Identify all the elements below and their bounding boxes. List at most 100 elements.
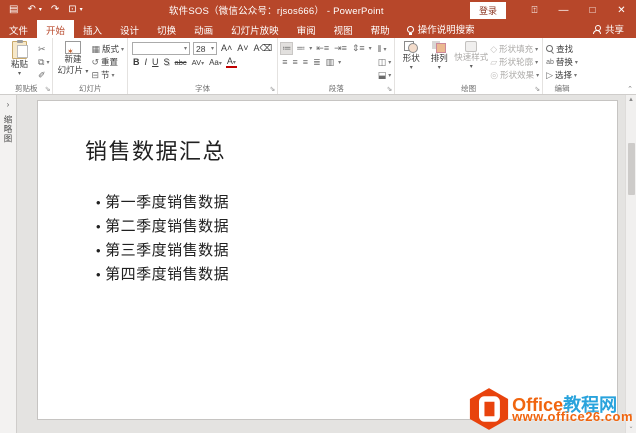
tab-view[interactable]: 视图: [325, 20, 362, 38]
copy-icon[interactable]: ⧉: [38, 57, 44, 67]
tab-home[interactable]: 开始: [37, 20, 75, 38]
start-slideshow-icon[interactable]: ⊡: [68, 5, 76, 15]
quick-styles-icon: [465, 41, 478, 52]
increase-indent-icon[interactable]: ⇥≡: [333, 43, 348, 54]
redo-icon[interactable]: ↷: [51, 5, 59, 15]
bullet-item[interactable]: 第四季度销售数据: [96, 263, 229, 287]
tell-me-search[interactable]: 操作说明搜索: [399, 20, 483, 38]
replace-button[interactable]: ab 替换 ▾: [546, 56, 578, 68]
collapse-ribbon-icon[interactable]: ⌃: [627, 85, 633, 93]
font-name-combobox[interactable]: ▾: [132, 42, 190, 55]
decrease-indent-icon[interactable]: ⇤≡: [315, 43, 330, 54]
minimize-button[interactable]: —: [549, 0, 578, 20]
tab-file[interactable]: 文件: [0, 20, 37, 38]
numbering-button-icon[interactable]: ≕: [295, 43, 306, 54]
group-label-editing: 编辑: [554, 84, 570, 93]
paragraph-dialog-launcher-icon[interactable]: ⇘: [386, 86, 392, 93]
save-icon[interactable]: ▤: [9, 5, 18, 15]
slide-bullet-list[interactable]: 第一季度销售数据 第二季度销售数据 第三季度销售数据 第四季度销售数据: [96, 191, 229, 287]
italic-button[interactable]: I: [144, 58, 149, 67]
bullet-item[interactable]: 第二季度销售数据: [96, 215, 229, 239]
tab-insert[interactable]: 插入: [74, 20, 111, 38]
select-button[interactable]: ▷ 选择 ▾: [546, 69, 578, 81]
share-button[interactable]: 共享: [581, 20, 636, 38]
group-editing: 查找 ab 替换 ▾ ▷ 选择 ▾ 编辑: [543, 38, 581, 94]
office-logo-icon: [469, 388, 509, 430]
shape-effects-icon: ◎: [490, 69, 499, 80]
font-dialog-launcher-icon[interactable]: ⇘: [269, 86, 275, 93]
underline-button[interactable]: U: [151, 58, 160, 67]
slide-canvas[interactable]: 销售数据汇总 第一季度销售数据 第二季度销售数据 第三季度销售数据 第四季度销售…: [37, 100, 618, 420]
cut-icon[interactable]: ✂: [38, 44, 46, 54]
tab-slideshow[interactable]: 幻灯片放映: [222, 20, 288, 38]
bullet-item[interactable]: 第三季度销售数据: [96, 239, 229, 263]
align-text-icon[interactable]: ◫: [378, 57, 387, 67]
undo-icon[interactable]: ↶: [27, 5, 35, 15]
shape-effects-button[interactable]: ◎ 形状效果 ▾: [490, 69, 539, 81]
shapes-button[interactable]: 形状 ▾: [398, 41, 424, 83]
font-color-button[interactable]: A▾: [225, 57, 237, 68]
increase-font-size-icon[interactable]: A˄: [220, 44, 233, 53]
text-shadow-button[interactable]: S: [163, 58, 171, 67]
justify-icon[interactable]: ≣: [312, 57, 322, 68]
paste-dropdown-icon[interactable]: ▾: [18, 71, 21, 78]
align-right-icon[interactable]: ≡: [302, 57, 309, 68]
paste-button[interactable]: 粘贴 ▾: [3, 40, 36, 83]
character-spacing-button[interactable]: AV▾: [191, 58, 205, 66]
format-painter-icon[interactable]: ✐: [38, 70, 46, 80]
group-font: ▾ 28 ▾ A˄ A˅ A⌫ B I U S abc AV▾ Aa▾ A▾ 字体…: [128, 38, 279, 94]
shape-outline-button[interactable]: ▱ 形状轮廓 ▾: [490, 56, 539, 68]
align-center-icon[interactable]: ≡: [292, 57, 299, 68]
change-case-button[interactable]: Aa▾: [208, 58, 223, 67]
reset-icon: ↺: [91, 56, 99, 67]
vertical-scrollbar[interactable]: ▲ ⌃ ⌄: [625, 95, 636, 433]
window-title: 软件SOS（微信公众号：rjsos666） - PowerPoint: [168, 6, 384, 17]
find-button[interactable]: 查找: [546, 43, 578, 55]
tab-design[interactable]: 设计: [111, 20, 148, 38]
tab-transitions[interactable]: 切换: [148, 20, 185, 38]
tab-help[interactable]: 帮助: [362, 20, 399, 38]
find-icon: [546, 45, 554, 53]
arrange-button[interactable]: 排列 ▾: [426, 41, 452, 83]
sign-in-button[interactable]: 登录: [469, 1, 506, 19]
quick-styles-button[interactable]: 快速样式 ▾: [454, 41, 488, 83]
thumbnail-pane-collapsed[interactable]: › 缩略图: [0, 95, 17, 433]
section-button[interactable]: ⊟ 节 ▾: [91, 69, 124, 81]
layout-button[interactable]: ▦ 版式 ▾: [91, 43, 124, 55]
maximize-button[interactable]: □: [578, 0, 607, 20]
columns-icon[interactable]: ▥: [325, 57, 336, 68]
tab-animations[interactable]: 动画: [185, 20, 222, 38]
clipboard-dialog-launcher-icon[interactable]: ⇘: [45, 86, 51, 93]
shape-fill-button[interactable]: ◇ 形状填充 ▾: [490, 43, 539, 55]
new-slide-dropdown-icon[interactable]: ▾: [85, 69, 88, 75]
new-slide-button[interactable]: 新建 幻灯片 ▾: [56, 41, 89, 83]
drawing-dialog-launcher-icon[interactable]: ⇘: [534, 86, 540, 93]
group-label-drawing: 绘图: [461, 84, 477, 93]
new-slide-label-2: 幻灯片: [57, 64, 84, 75]
expand-thumbnails-icon[interactable]: ›: [7, 100, 10, 109]
decrease-font-size-icon[interactable]: A˅: [236, 44, 249, 53]
line-spacing-icon[interactable]: ⇕≡: [351, 43, 366, 54]
close-button[interactable]: ✕: [607, 0, 636, 20]
arrange-label: 排列: [430, 53, 448, 63]
convert-smartart-icon[interactable]: ⬓: [378, 70, 387, 80]
group-label-font: 字体: [195, 84, 211, 93]
copy-dropdown-icon[interactable]: ▾: [46, 59, 49, 66]
bullet-item[interactable]: 第一季度销售数据: [96, 191, 229, 215]
ribbon-display-options-button[interactable]: ⍐: [520, 0, 549, 20]
text-direction-icon[interactable]: ⫴: [378, 44, 382, 54]
tab-review[interactable]: 审阅: [288, 20, 325, 38]
strikethrough-button[interactable]: abc: [174, 59, 188, 67]
clear-formatting-icon[interactable]: A⌫: [253, 44, 274, 53]
bold-button[interactable]: B: [132, 58, 141, 67]
tell-me-label: 操作说明搜索: [417, 25, 475, 36]
font-size-combobox[interactable]: 28 ▾: [193, 42, 217, 55]
scroll-up-icon[interactable]: ▲: [628, 95, 634, 105]
reset-button[interactable]: ↺ 重置: [91, 56, 124, 68]
scrollbar-thumb[interactable]: [627, 143, 635, 195]
align-left-icon[interactable]: ≡: [281, 57, 288, 68]
shapes-label: 形状: [402, 53, 420, 63]
undo-dropdown-icon[interactable]: ▾: [39, 7, 42, 13]
slide-title[interactable]: 销售数据汇总: [85, 134, 226, 166]
bullets-button-icon[interactable]: ≔: [280, 42, 294, 55]
